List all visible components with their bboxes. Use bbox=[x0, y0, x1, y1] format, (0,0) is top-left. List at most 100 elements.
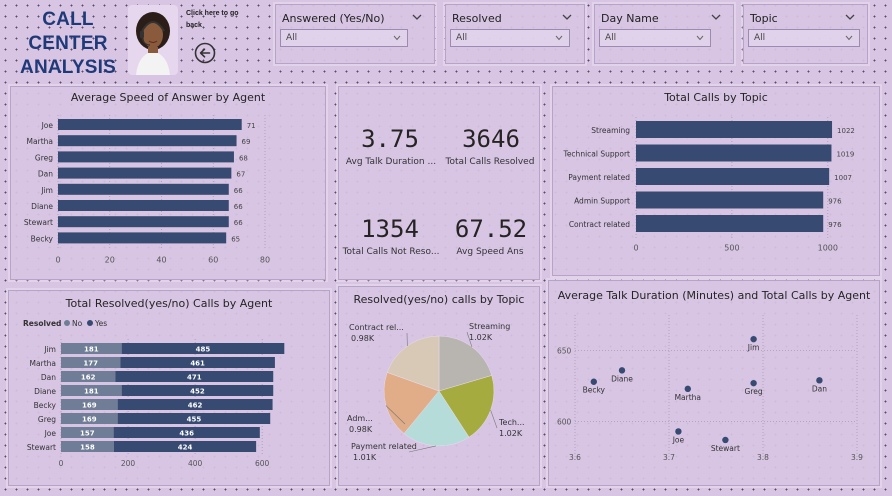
x-tick-label: 3.7 bbox=[663, 453, 675, 462]
point-label: Stewart bbox=[711, 444, 740, 453]
x-tick-label: 3.8 bbox=[757, 453, 769, 462]
y-tick-label: 600 bbox=[557, 418, 572, 427]
agent-avatar bbox=[128, 5, 178, 75]
scatter-point bbox=[618, 367, 626, 374]
slicer-dropdown[interactable]: All bbox=[280, 29, 408, 47]
data-label-no: 181 bbox=[84, 388, 99, 396]
topic-chart-title: Total Calls by Topic bbox=[664, 91, 768, 104]
pie-slice-value: 0.98K bbox=[349, 425, 373, 434]
x-tick-label: 1000 bbox=[818, 244, 838, 253]
chevron-down-icon[interactable] bbox=[711, 13, 721, 21]
scatter-point bbox=[750, 379, 757, 387]
bar bbox=[58, 200, 229, 211]
slicer-dropdown[interactable]: All bbox=[748, 29, 860, 47]
data-label-no: 181 bbox=[84, 346, 99, 354]
scatter-point bbox=[675, 428, 682, 435]
data-label: 66 bbox=[234, 219, 243, 227]
resolved-by-topic-panel: Resolved(yes/no) calls by Topic Streamin… bbox=[338, 286, 540, 486]
point-label: Martha bbox=[675, 393, 701, 402]
bar bbox=[58, 119, 242, 130]
pie-slice-value: 0.98K bbox=[351, 334, 375, 343]
data-label-no: 158 bbox=[80, 444, 95, 452]
bar bbox=[636, 121, 833, 138]
kpi-avg-speed-ans-label: Avg Speed Ans bbox=[456, 247, 524, 257]
slicer-answered[interactable]: Answered (Yes/No) All bbox=[275, 4, 435, 64]
kpi-total-calls-resolved-label: Total Calls Resolved bbox=[445, 157, 535, 167]
scatter-point bbox=[816, 377, 823, 384]
asa-chart-title: Average Speed of Answer by Agent bbox=[70, 91, 266, 104]
slicer-value: All bbox=[286, 33, 298, 43]
x-tick-label: 0 bbox=[55, 256, 60, 265]
data-label-yes: 452 bbox=[190, 388, 205, 396]
category-label: Stewart bbox=[27, 443, 56, 452]
agent-headset-photo-icon bbox=[128, 5, 178, 75]
chevron-down-icon[interactable] bbox=[412, 13, 422, 21]
x-tick-label: 200 bbox=[121, 459, 136, 468]
chevron-down-icon[interactable] bbox=[562, 13, 572, 21]
pie-slice-value: 1.02K bbox=[469, 333, 493, 342]
data-label-yes: 462 bbox=[188, 402, 203, 410]
point-label: Becky bbox=[583, 386, 606, 395]
category-label: Greg bbox=[35, 153, 53, 162]
data-label-yes: 471 bbox=[187, 374, 202, 382]
calls-by-topic-panel: Total Calls by Topic 0 500 1000 Streaming 10… bbox=[552, 86, 880, 276]
scatter-point bbox=[722, 436, 729, 444]
category-label: Admin Support bbox=[574, 197, 630, 206]
kpi-panel: 3.75 Avg Talk Duration ... 3646 Total Ca… bbox=[338, 86, 540, 280]
kpi-calls-not-resolved-value: 1354 bbox=[361, 215, 419, 243]
pie-slice-name: Streaming bbox=[469, 322, 510, 331]
bar bbox=[58, 232, 227, 244]
data-label: 65 bbox=[231, 235, 240, 243]
bar bbox=[636, 215, 824, 232]
slicer-dropdown[interactable]: All bbox=[450, 29, 570, 47]
x-tick-label: 60 bbox=[208, 256, 218, 265]
kpi-total-calls-resolved-value: 3646 bbox=[462, 125, 520, 153]
legend-marker-no bbox=[64, 320, 70, 326]
bar bbox=[58, 183, 229, 195]
pie-slice-value: 1.02K bbox=[499, 429, 523, 438]
x-tick-label: 600 bbox=[255, 459, 270, 468]
data-label-yes: 455 bbox=[187, 416, 202, 424]
kpi-avg-speed-ans-value: 67.52 bbox=[454, 215, 528, 243]
data-label: 71 bbox=[247, 122, 256, 130]
data-label-no: 169 bbox=[82, 402, 97, 410]
x-tick-label: 500 bbox=[724, 244, 739, 253]
data-label: 1007 bbox=[834, 174, 852, 182]
talk-duration-scatter-chart: 600 650 3.6 3.7 3.8 3.9 Jim Martha Diane Becky Gre… bbox=[557, 315, 863, 462]
arrow-left-circle-icon bbox=[194, 42, 216, 64]
data-label-no: 157 bbox=[80, 430, 95, 438]
legend-label: No bbox=[72, 319, 83, 328]
bar bbox=[58, 167, 232, 179]
kpi-avg-talk-duration-label: Avg Talk Duration ... bbox=[345, 157, 437, 167]
data-label: 1022 bbox=[837, 127, 855, 135]
pie-slice-name: Payment related bbox=[351, 442, 417, 451]
slicer-topic[interactable]: Topic All bbox=[743, 4, 868, 64]
x-tick-label: 3.6 bbox=[569, 453, 581, 462]
slicer-label: Day Name bbox=[601, 12, 659, 25]
category-label: Joe bbox=[44, 429, 57, 438]
data-label: 68 bbox=[239, 154, 248, 162]
legend-title: Resolved bbox=[23, 319, 61, 328]
chevron-down-icon bbox=[555, 35, 563, 41]
resolved-by-agent-panel: Total Resolved(yes/no) Calls by Agent Re… bbox=[8, 290, 330, 486]
data-label-yes: 424 bbox=[178, 444, 193, 452]
resolved-stacked-bar-chart: Resolved No Yes 0 200 400 600 Jim 181 485 Martha 17… bbox=[23, 319, 285, 468]
bar bbox=[58, 151, 234, 163]
data-label-no: 169 bbox=[82, 416, 97, 424]
slicer-day-name[interactable]: Day Name All bbox=[594, 4, 734, 64]
slicer-resolved[interactable]: Resolved All bbox=[445, 4, 585, 64]
bar bbox=[636, 144, 832, 162]
x-tick-label: 40 bbox=[156, 256, 166, 265]
data-label: 976 bbox=[828, 221, 842, 229]
back-button[interactable] bbox=[194, 42, 216, 64]
legend-marker-yes bbox=[87, 320, 93, 326]
slicer-label: Resolved bbox=[452, 12, 502, 25]
scatter-point bbox=[684, 385, 691, 393]
x-tick-label: 20 bbox=[105, 256, 115, 265]
chevron-down-icon[interactable] bbox=[845, 13, 855, 21]
slicer-dropdown[interactable]: All bbox=[599, 29, 711, 47]
category-label: Dan bbox=[38, 170, 53, 179]
point-label: Jim bbox=[747, 343, 760, 352]
resolved-pie-chart: Streaming 1.02K Tech... 1.02K Payment relate… bbox=[347, 322, 525, 462]
scatter-chart-title: Average Talk Duration (Minutes) and Tota… bbox=[557, 289, 871, 302]
